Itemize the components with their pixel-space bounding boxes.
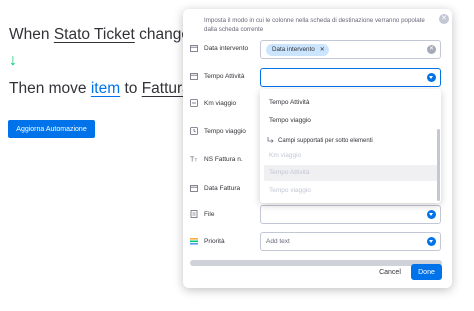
row-label-km-viaggio: Km viaggio [190,99,236,107]
row-label-file: File [190,210,214,218]
chevron-down-icon[interactable] [427,73,436,82]
remove-chip-icon[interactable]: ✕ [320,44,325,56]
calendar-icon [190,72,198,80]
action-prefix: Then move [9,80,91,97]
svg-text:T: T [194,158,197,163]
calendar-icon [190,44,198,52]
done-button[interactable]: Done [411,264,442,280]
row-label-tempo-viaggio: Tempo viaggio [190,127,246,135]
file-icon [190,210,198,218]
update-automation-button[interactable]: Aggiorna Automazione [8,120,95,138]
close-icon[interactable]: ✕ [439,14,449,24]
row-label-data-intervento: Data intervento [190,44,248,52]
field-placeholder: Add text [266,238,290,245]
row-label-ns-fattura: TT NS Fattura n. [190,155,243,164]
status-icon [190,237,198,245]
clock-icon [190,127,198,135]
dropdown-option[interactable]: Tempo viaggio [269,117,311,124]
down-arrow-icon: ↓ [9,52,17,69]
dropdown-option[interactable]: Tempo Attività [269,99,309,106]
dropdown-scrollbar[interactable] [437,129,440,201]
text-icon: TT [190,155,198,163]
dropdown-sub-option: Tempo Attività [269,169,310,176]
field-priorita[interactable]: Add text [260,232,441,251]
dropdown-sub-option: Tempo viaggio [269,187,311,194]
dropdown-section-header: Campi supportati per sotto elementi [267,137,373,145]
modal-description: Imposta il modo in cui le colonne nella … [204,17,425,33]
trigger-prefix: When [9,26,54,43]
numbers-icon [190,99,198,107]
field-data-intervento[interactable]: Data intervento ✕ ✕ [260,40,441,59]
dropdown-sub-option: Km viaggio [269,152,302,159]
trigger-sentence: When Stato Ticket changes [9,25,198,45]
field-file[interactable] [260,205,441,224]
cancel-button[interactable]: Cancel [373,264,407,280]
column-dropdown: Tempo Attività Tempo viaggio Campi suppo… [260,89,441,203]
chevron-down-icon[interactable] [427,210,436,219]
chevron-down-icon[interactable] [427,237,436,246]
action-to: to [120,80,142,97]
field-tempo-attivita[interactable] [260,68,441,87]
row-label-data-fattura: Data Fattura [190,184,240,192]
row-label-tempo-attivita: Tempo Attività [190,72,244,80]
calendar-icon [190,184,198,192]
row-label-priorita: Priorità [190,237,225,245]
action-sentence: Then move item to Fattura [9,79,191,99]
trigger-column-link[interactable]: Stato Ticket [54,26,135,43]
clear-icon[interactable]: ✕ [427,45,436,54]
subitems-icon [267,137,274,145]
value-chip: Data intervento ✕ [266,44,329,56]
action-item-link[interactable]: item [91,80,120,97]
